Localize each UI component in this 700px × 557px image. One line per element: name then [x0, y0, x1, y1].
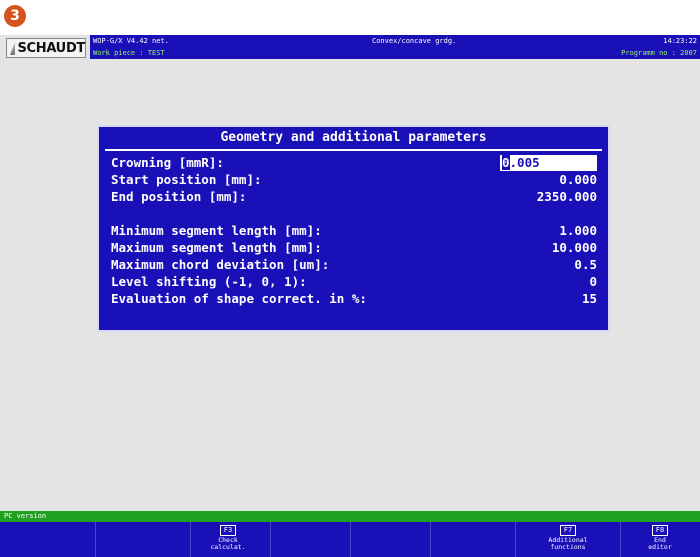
schaudt-logo: SCHAUDT: [6, 38, 86, 58]
f3-check-calculation-button[interactable]: F3 Check calculat.: [198, 525, 258, 551]
param-label: Maximum chord deviation [um]:: [111, 257, 330, 272]
param-value[interactable]: 2350.000: [537, 189, 597, 204]
param-row-min-segment[interactable]: Minimum segment length [mm]: 1.000: [111, 223, 597, 239]
text-cursor: 0: [502, 155, 510, 170]
fkey-divider: [620, 522, 621, 557]
logo-mark-icon: [10, 41, 16, 55]
fkey-divider: [190, 522, 191, 557]
fkey-label: F8: [651, 525, 669, 536]
program-number: Programm no : 2007: [621, 49, 697, 57]
param-row-start-position[interactable]: Start position [mm]: 0.000: [111, 172, 597, 188]
fkey-divider: [515, 522, 516, 557]
header-info-bar: WOP-G/X V4.42 net. Convex/concave grdg. …: [90, 35, 700, 47]
param-label: Evaluation of shape correct. in %:: [111, 291, 367, 306]
param-row-level-shifting[interactable]: Level shifting (-1, 0, 1): 0: [111, 274, 597, 290]
logo-text: SCHAUDT: [17, 40, 85, 56]
f8-end-editor-button[interactable]: F8 End editor: [630, 525, 690, 551]
param-row-max-segment[interactable]: Maximum segment length [mm]: 10.000: [111, 240, 597, 256]
param-row-shape-correction[interactable]: Evaluation of shape correct. in %: 15: [111, 291, 597, 307]
param-label: Level shifting (-1, 0, 1):: [111, 274, 307, 289]
fkey-divider: [430, 522, 431, 557]
fkey-label: F7: [559, 525, 577, 536]
param-value[interactable]: 0.000: [559, 172, 597, 187]
fkey-text: functions: [550, 543, 586, 551]
cnc-screen: SCHAUDT WOP-G/X V4.42 net. Convex/concav…: [0, 35, 700, 557]
fkey-divider: [95, 522, 96, 557]
fkey-label: F3: [219, 525, 237, 536]
function-key-bar: F3 Check calculat. F7 Additional functio…: [0, 522, 700, 557]
param-row-end-position[interactable]: End position [mm]: 2350.000: [111, 189, 597, 205]
header-workpiece-bar: Work piece : TEST Programm no : 2007: [90, 47, 700, 59]
dialog-divider: [105, 149, 602, 151]
param-label: Crowning [mmR]:: [111, 155, 224, 170]
fkey-divider: [270, 522, 271, 557]
step-badge: 3: [4, 5, 26, 27]
software-version: WOP-G/X V4.42 net.: [93, 37, 169, 45]
param-row-chord-deviation[interactable]: Maximum chord deviation [um]: 0.5: [111, 257, 597, 273]
work-piece: Work piece : TEST: [93, 49, 165, 57]
param-value[interactable]: 15: [582, 291, 597, 306]
geometry-dialog: Geometry and additional parameters Crown…: [97, 125, 610, 332]
param-label: End position [mm]:: [111, 189, 247, 204]
param-label: Start position [mm]:: [111, 172, 262, 187]
param-value[interactable]: 0.5: [574, 257, 597, 272]
param-label: Maximum segment length [mm]:: [111, 240, 322, 255]
param-label: Minimum segment length [mm]:: [111, 223, 322, 238]
crowning-input[interactable]: 0.005: [500, 155, 597, 171]
f7-additional-functions-button[interactable]: F7 Additional functions: [538, 525, 598, 551]
clock: 14:23:22: [663, 37, 697, 45]
dialog-title: Geometry and additional parameters: [220, 130, 487, 145]
operating-mode: Convex/concave grdg.: [372, 37, 457, 45]
fkey-text: calculat.: [210, 543, 246, 551]
param-value[interactable]: 1.000: [559, 223, 597, 238]
param-value[interactable]: 10.000: [552, 240, 597, 255]
param-value[interactable]: 0: [589, 274, 597, 289]
header: SCHAUDT WOP-G/X V4.42 net. Convex/concav…: [0, 35, 700, 61]
fkey-divider: [350, 522, 351, 557]
status-text: PC version: [4, 512, 47, 520]
crowning-value: .005: [509, 155, 540, 170]
param-row-crowning: Crowning [mmR]: 0.005: [111, 155, 597, 171]
fkey-text: editor: [648, 543, 672, 551]
status-bar: PC version: [0, 511, 700, 522]
